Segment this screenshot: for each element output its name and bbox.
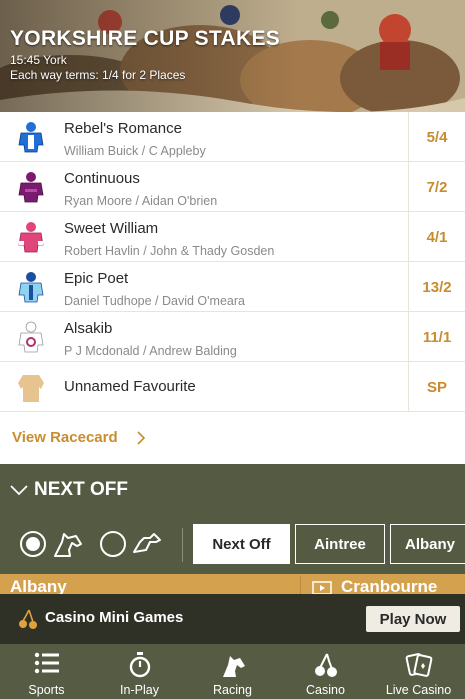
tab-next-off[interactable]: Next Off bbox=[193, 524, 290, 564]
nav-label: Racing bbox=[213, 683, 252, 697]
each-way-terms: Each way terms: 1/4 for 2 Places bbox=[10, 68, 186, 82]
cherries-icon bbox=[19, 609, 37, 629]
tv-stream-icon bbox=[312, 581, 332, 594]
runner-row[interactable]: Epic Poet Daniel Tudhope / David O'meara… bbox=[0, 262, 465, 312]
race-time-venue: 15:45 York bbox=[10, 53, 67, 67]
chevron-down-icon bbox=[10, 485, 28, 496]
odds-button[interactable]: 4/1 bbox=[408, 212, 465, 262]
generic-silk-icon bbox=[18, 375, 44, 402]
runner-list: Rebel's Romance William Buick / C Appleb… bbox=[0, 112, 465, 412]
next-off-toggle[interactable]: NEXT OFF bbox=[10, 479, 128, 501]
bottom-navigation: Sports In-Play Racing Casino Live Casino bbox=[0, 644, 465, 699]
runner-row[interactable]: Rebel's Romance William Buick / C Appleb… bbox=[0, 112, 465, 162]
odds-button[interactable]: 7/2 bbox=[408, 162, 465, 212]
runner-name: Unnamed Favourite bbox=[64, 378, 196, 395]
nav-casino[interactable]: Casino bbox=[279, 644, 372, 699]
horse-head-icon bbox=[54, 533, 82, 557]
jockey-silk-icon bbox=[18, 321, 44, 353]
view-racecard-link[interactable]: View Racecard bbox=[0, 412, 465, 464]
jockey-silk-icon bbox=[18, 122, 44, 153]
runner-row[interactable]: Alsakib P J Mcdonald / Andrew Balding 11… bbox=[0, 312, 465, 362]
runner-connections: Robert Havlin / John & Thady Gosden bbox=[64, 244, 275, 258]
nav-label: Casino bbox=[306, 683, 345, 697]
nav-sports[interactable]: Sports bbox=[0, 644, 93, 699]
runner-connections: Daniel Tudhope / David O'meara bbox=[64, 294, 245, 308]
casino-mini-games-bar: Casino Mini Games Play Now bbox=[0, 594, 465, 644]
horse-filter-radio[interactable] bbox=[20, 531, 46, 557]
casino-mini-games-label: Casino Mini Games bbox=[45, 609, 184, 626]
odds-button[interactable]: 11/1 bbox=[408, 312, 465, 362]
race-filter-bar: Next Off Aintree Albany bbox=[0, 524, 465, 566]
next-race-strip[interactable]: Albany Cranbourne bbox=[0, 574, 465, 594]
runner-row[interactable]: Unnamed Favourite SP bbox=[0, 362, 465, 412]
odds-button[interactable]: 5/4 bbox=[408, 112, 465, 162]
runner-name: Rebel's Romance bbox=[64, 120, 182, 137]
next-off-title: NEXT OFF bbox=[34, 479, 128, 500]
race-title: YORKSHIRE CUP STAKES bbox=[10, 27, 281, 50]
tab-albany[interactable]: Albany bbox=[390, 524, 465, 564]
runner-row[interactable]: Sweet William Robert Havlin / John & Tha… bbox=[0, 212, 465, 262]
chevron-right-icon bbox=[137, 431, 146, 445]
next-race-left: Albany bbox=[10, 577, 67, 594]
jockey-silk-icon bbox=[18, 172, 44, 203]
runner-name: Epic Poet bbox=[64, 270, 129, 287]
play-now-button[interactable]: Play Now bbox=[366, 606, 460, 632]
tab-aintree[interactable]: Aintree bbox=[295, 524, 385, 564]
playing-cards-icon bbox=[405, 653, 432, 677]
nav-in-play[interactable]: In-Play bbox=[93, 644, 186, 699]
nav-label: Live Casino bbox=[385, 683, 452, 697]
runner-row[interactable]: Continuous Ryan Moore / Aidan O'brien 7/… bbox=[0, 162, 465, 212]
runner-connections: P J Mcdonald / Andrew Balding bbox=[64, 344, 237, 358]
stopwatch-icon bbox=[129, 652, 150, 678]
next-race-right: Cranbourne bbox=[341, 577, 438, 594]
jockey-silk-icon bbox=[18, 222, 44, 253]
view-racecard-label: View Racecard bbox=[12, 429, 118, 446]
cherries-icon bbox=[314, 653, 337, 677]
horse-head-icon bbox=[222, 656, 245, 677]
runner-name: Sweet William bbox=[64, 220, 159, 237]
nav-label: Sports bbox=[28, 683, 65, 697]
runner-connections: William Buick / C Appleby bbox=[64, 144, 206, 158]
menu-icon bbox=[34, 652, 59, 674]
odds-button[interactable]: SP bbox=[408, 362, 465, 412]
jockey-silk-icon bbox=[18, 272, 44, 303]
next-off-section: NEXT OFF Next Off Aintree Albany Albany … bbox=[0, 464, 465, 594]
nav-live-casino[interactable]: Live Casino bbox=[372, 644, 465, 699]
odds-button[interactable]: 13/2 bbox=[408, 262, 465, 312]
nav-racing[interactable]: Racing bbox=[186, 644, 279, 699]
race-hero-banner: YORKSHIRE CUP STAKES 15:45 York Each way… bbox=[0, 0, 465, 112]
greyhound-icon bbox=[133, 533, 161, 553]
nav-label: In-Play bbox=[120, 683, 159, 697]
greyhound-filter-radio[interactable] bbox=[100, 531, 126, 557]
runner-name: Alsakib bbox=[64, 320, 113, 337]
runner-name: Continuous bbox=[64, 170, 140, 187]
runner-connections: Ryan Moore / Aidan O'brien bbox=[64, 194, 218, 208]
